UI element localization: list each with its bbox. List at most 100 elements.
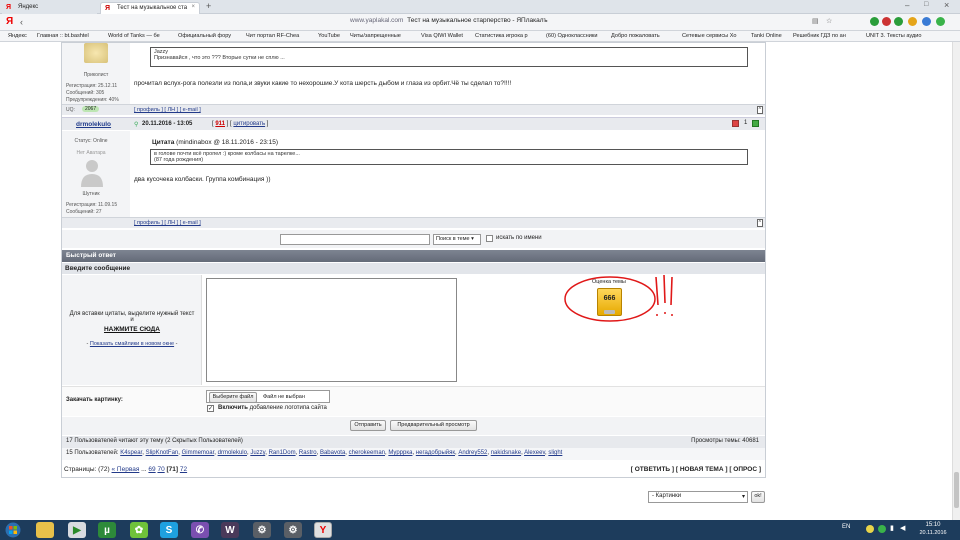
message-textarea[interactable] <box>206 278 457 382</box>
extension-icon[interactable] <box>908 17 917 26</box>
close-tab-icon[interactable]: × <box>191 4 195 10</box>
media-player-icon[interactable]: ▶ <box>68 522 86 538</box>
clock-time[interactable]: 15:10 <box>918 522 948 528</box>
post-footer: UQ: 2067 [ профиль ] [ ЛН ] [ e-mail ] ^ <box>62 104 765 115</box>
preview-button[interactable]: Предварительный просмотр <box>390 420 477 431</box>
vote-up-icon[interactable] <box>752 120 759 127</box>
extension-icon[interactable] <box>870 17 879 26</box>
insert-quote-link[interactable]: НАЖМИТЕ СЮДА <box>62 326 202 333</box>
viber-icon[interactable]: ✆ <box>191 522 209 538</box>
page-link[interactable]: 70 <box>157 466 164 473</box>
scrollbar-thumb[interactable] <box>954 472 959 508</box>
bookmark-item[interactable]: Tanki Online <box>751 33 782 39</box>
bookmark-item[interactable]: Официальный фору <box>178 33 231 39</box>
user-link[interactable]: Rastro <box>299 450 317 456</box>
download-icon[interactable] <box>936 17 945 26</box>
world-of-tanks-icon[interactable]: ⚙ <box>253 522 271 538</box>
logo-checkbox[interactable]: ✓ <box>207 405 214 412</box>
maximize-icon[interactable]: □ <box>924 1 928 8</box>
bookmark-item[interactable]: Яндекс <box>8 33 27 39</box>
start-icon[interactable] <box>4 522 22 538</box>
post-number[interactable]: 911 <box>215 121 225 127</box>
user-link[interactable]: Andrey552 <box>458 450 487 456</box>
bookmark-item[interactable]: World of Tanks — бе <box>108 33 160 39</box>
volume-icon[interactable]: ◀ <box>900 524 905 532</box>
bookmark-item[interactable]: (60) Одноклассники <box>546 33 597 39</box>
yandex-logo-icon: Я <box>6 16 14 27</box>
forum-jump-select[interactable]: - Картинки ▾ <box>648 491 748 503</box>
extension-icon[interactable] <box>922 17 931 26</box>
readers-count: 17 Пользователей читают эту тему (2 Скры… <box>66 438 243 444</box>
user-link[interactable]: slight <box>548 450 562 456</box>
back-icon[interactable]: ‹ <box>20 17 23 27</box>
user-link[interactable]: cherokeeman <box>349 450 385 456</box>
search-by-name-checkbox[interactable] <box>486 235 493 242</box>
address-field[interactable]: www.yaplakal.com Тест на музыкальное ста… <box>350 17 830 28</box>
post-links[interactable]: [ профиль ] [ ЛН ] [ e-mail ] <box>134 220 201 226</box>
new-tab-icon[interactable]: + <box>206 1 211 11</box>
search-input[interactable] <box>280 234 430 245</box>
send-button[interactable]: Отправить <box>350 420 386 431</box>
extension-icon[interactable] <box>882 17 891 26</box>
scroll-top-icon[interactable]: ^ <box>756 219 763 227</box>
jump-ok-button[interactable]: ok! <box>751 491 765 503</box>
icq-icon[interactable]: ✿ <box>130 522 148 538</box>
utorrent-icon[interactable]: µ <box>98 522 116 538</box>
cite-link[interactable]: цитировать <box>233 121 265 127</box>
bookmark-item[interactable]: Visa QIWI Wallet <box>421 33 463 39</box>
bookmark-item[interactable]: YouTube <box>318 33 340 39</box>
bookmark-item[interactable]: Чит портал RF-Chea <box>246 33 299 39</box>
network-icon[interactable]: ▮ <box>890 524 894 532</box>
bookmark-item[interactable]: Главная :: bt.bashtel <box>37 33 89 39</box>
bookmark-item[interactable]: Добро пожаловать <box>611 33 660 39</box>
user-link[interactable]: nakidsnake <box>491 450 521 456</box>
search-scope-select[interactable]: Поиск в теме ▾ <box>433 234 481 245</box>
tab-yandex[interactable]: Я Яндекс <box>2 2 97 14</box>
tray-icon[interactable] <box>866 525 874 533</box>
user-link[interactable]: Мурррка <box>388 450 412 456</box>
readers-row: 17 Пользователей читают эту тему (2 Скры… <box>62 436 765 448</box>
tray-icon[interactable] <box>878 525 886 533</box>
bookmark-item[interactable]: Решебник ГДЗ по ан <box>793 33 846 39</box>
bookmark-star-icon[interactable]: ☆ <box>826 17 832 25</box>
yandex-browser-icon[interactable]: Y <box>314 522 332 538</box>
user-link[interactable]: SlipKnotFan <box>146 450 179 456</box>
user-link[interactable]: Ran1Dom <box>269 450 296 456</box>
bookmark-item[interactable]: Сетевые сервисы Хо <box>682 33 737 39</box>
minimize-icon[interactable]: – <box>905 1 909 10</box>
first-page-link[interactable]: « Первая <box>112 466 140 473</box>
choose-file-button[interactable]: Выберите файл <box>209 392 257 403</box>
bookmark-item[interactable]: Статистика игрока р <box>475 33 528 39</box>
user-link[interactable]: K4spear <box>120 450 142 456</box>
skype-icon[interactable]: S <box>160 522 178 538</box>
extension-icon[interactable] <box>894 17 903 26</box>
reg-date: Регистрация: 25.12.11 <box>66 83 118 89</box>
show-smileys-link[interactable]: Показать смайлики в новом окне <box>90 341 174 347</box>
scroll-top-icon[interactable]: ^ <box>756 106 763 114</box>
file-input[interactable]: Выберите файл Файл не выбран <box>206 390 330 403</box>
bookmark-item[interactable]: UNIT 3. Тексты аудио <box>866 33 922 39</box>
user-link[interactable]: Babavota <box>320 450 345 456</box>
page-link[interactable]: 72 <box>180 466 187 473</box>
no-avatar-label: Нет Аватара <box>76 150 106 156</box>
explorer-icon[interactable] <box>36 522 54 538</box>
vote-down-icon[interactable] <box>732 120 739 127</box>
page-scrollbar[interactable] <box>952 42 960 520</box>
tab-yaplakal[interactable]: Я Тест на музыкальное ста × <box>100 2 200 14</box>
game-icon[interactable]: W <box>221 522 239 538</box>
user-link[interactable]: drmolekulo <box>218 450 247 456</box>
world-of-tanks-icon[interactable]: ⚙ <box>284 522 302 538</box>
bookmark-item[interactable]: Читы/запрещенные <box>350 33 401 39</box>
language-indicator[interactable]: EN <box>842 524 850 530</box>
page-link[interactable]: 69 <box>148 466 155 473</box>
red-annotation <box>564 274 673 322</box>
user-link[interactable]: Juzzy <box>250 450 265 456</box>
author-link[interactable]: drmolekulo <box>76 121 111 128</box>
thread-actions[interactable]: [ ОТВЕТИТЬ ] [ НОВАЯ ТЕМА ] [ ОПРОС ] <box>631 466 761 473</box>
user-link[interactable]: Gimmemoar <box>182 450 215 456</box>
reader-icon[interactable]: ▤ <box>812 17 819 25</box>
post-links[interactable]: [ профиль ] [ ЛН ] [ e-mail ] <box>134 107 201 113</box>
user-link[interactable]: Alexeev <box>524 450 545 456</box>
user-link[interactable]: негадобрыйяк <box>416 450 455 456</box>
close-window-icon[interactable]: × <box>944 0 949 10</box>
